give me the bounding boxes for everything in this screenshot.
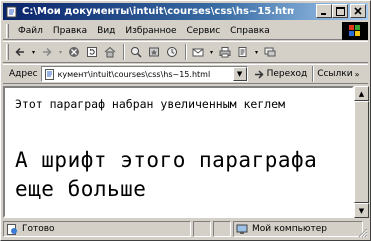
status-bar: Готово Мой компьютер [3, 220, 368, 238]
mail-icon[interactable] [190, 44, 206, 60]
history-icon[interactable] [164, 44, 180, 60]
toolbar-separator [185, 44, 187, 60]
address-value[interactable]: кумент\intuit\courses\css\hs~15.html [58, 70, 234, 79]
maximize-button[interactable] [332, 4, 348, 18]
address-input[interactable]: кумент\intuit\courses\css\hs~15.html ▼ [40, 66, 248, 82]
status-pane-empty [213, 221, 231, 237]
status-zone: Мой компьютер [233, 221, 363, 237]
page-icon [44, 68, 56, 80]
back-dropdown-icon[interactable]: ▾ [30, 44, 37, 60]
favorites-icon[interactable] [146, 44, 162, 60]
go-label: Переход [266, 69, 308, 79]
scroll-down-icon[interactable]: ▼ [354, 203, 369, 218]
address-dropdown-icon[interactable]: ▼ [232, 67, 247, 81]
paragraph-enlarged: Этот параграф набран увеличенным кеглем [15, 97, 286, 111]
chevron-right-icon: » [354, 69, 360, 79]
menu-help[interactable]: Справка [225, 26, 275, 36]
window-title: C:\Мои документы\intuit\courses\css\hs~1… [22, 6, 294, 17]
links-separator [312, 66, 315, 82]
status-pane-empty [193, 221, 211, 237]
back-icon[interactable] [12, 44, 28, 60]
home-icon[interactable] [102, 44, 118, 60]
go-button[interactable]: Переход [254, 69, 308, 80]
mail-dropdown-icon[interactable]: ▾ [208, 44, 215, 60]
resize-grip-icon[interactable] [356, 226, 368, 238]
discuss-icon[interactable] [262, 44, 278, 60]
scroll-up-icon[interactable]: ▲ [354, 86, 369, 101]
ie-page-icon [5, 5, 19, 19]
close-button[interactable] [350, 4, 366, 18]
minimize-button[interactable] [316, 4, 332, 18]
links-label: Ссылки [317, 69, 353, 79]
address-label: Адрес [9, 69, 38, 79]
menu-tools[interactable]: Сервис [182, 26, 226, 36]
address-bar: Адрес кумент\intuit\courses\css\hs~15.ht… [3, 64, 368, 84]
zone-text: Мой компьютер [252, 224, 327, 234]
windows-logo-icon [342, 22, 368, 40]
menu-bar: Файл Правка Вид Избранное Сервис Справка [3, 22, 368, 40]
toolbar-grip[interactable] [6, 44, 9, 60]
scroll-thumb[interactable] [354, 101, 369, 203]
menu-view[interactable]: Вид [92, 26, 120, 36]
standard-toolbar: ▾ ▾ ▾ ▾ [3, 41, 368, 63]
status-main: Готово [3, 221, 191, 237]
edit-icon[interactable] [235, 44, 251, 60]
status-text: Готово [22, 224, 55, 234]
menu-grip[interactable] [6, 23, 9, 38]
forward-icon[interactable] [39, 44, 55, 60]
computer-icon [236, 223, 248, 235]
search-icon[interactable] [128, 44, 144, 60]
links-button[interactable]: Ссылки » [317, 69, 359, 79]
menu-favorites[interactable]: Избранное [120, 26, 181, 36]
page-content: Этот параграф набран увеличенным кеглем … [3, 86, 354, 218]
forward-dropdown-icon[interactable]: ▾ [57, 44, 64, 60]
go-arrow-icon [254, 69, 265, 80]
toolbar-separator [123, 44, 125, 60]
title-bar[interactable]: C:\Мои документы\intuit\courses\css\hs~1… [3, 3, 368, 20]
menu-edit[interactable]: Правка [48, 26, 92, 36]
browser-window: C:\Мои документы\intuit\courses\css\hs~1… [0, 0, 371, 241]
done-page-icon [6, 223, 18, 235]
menu-file[interactable]: Файл [13, 26, 48, 36]
edit-dropdown-icon[interactable]: ▾ [253, 44, 260, 60]
vertical-scrollbar[interactable]: ▲ ▼ [354, 86, 369, 218]
print-icon[interactable] [217, 44, 233, 60]
stop-icon[interactable] [66, 44, 82, 60]
paragraph-larger: А шрифт этого параграфа еще больше [15, 148, 318, 201]
refresh-icon[interactable] [84, 44, 100, 60]
